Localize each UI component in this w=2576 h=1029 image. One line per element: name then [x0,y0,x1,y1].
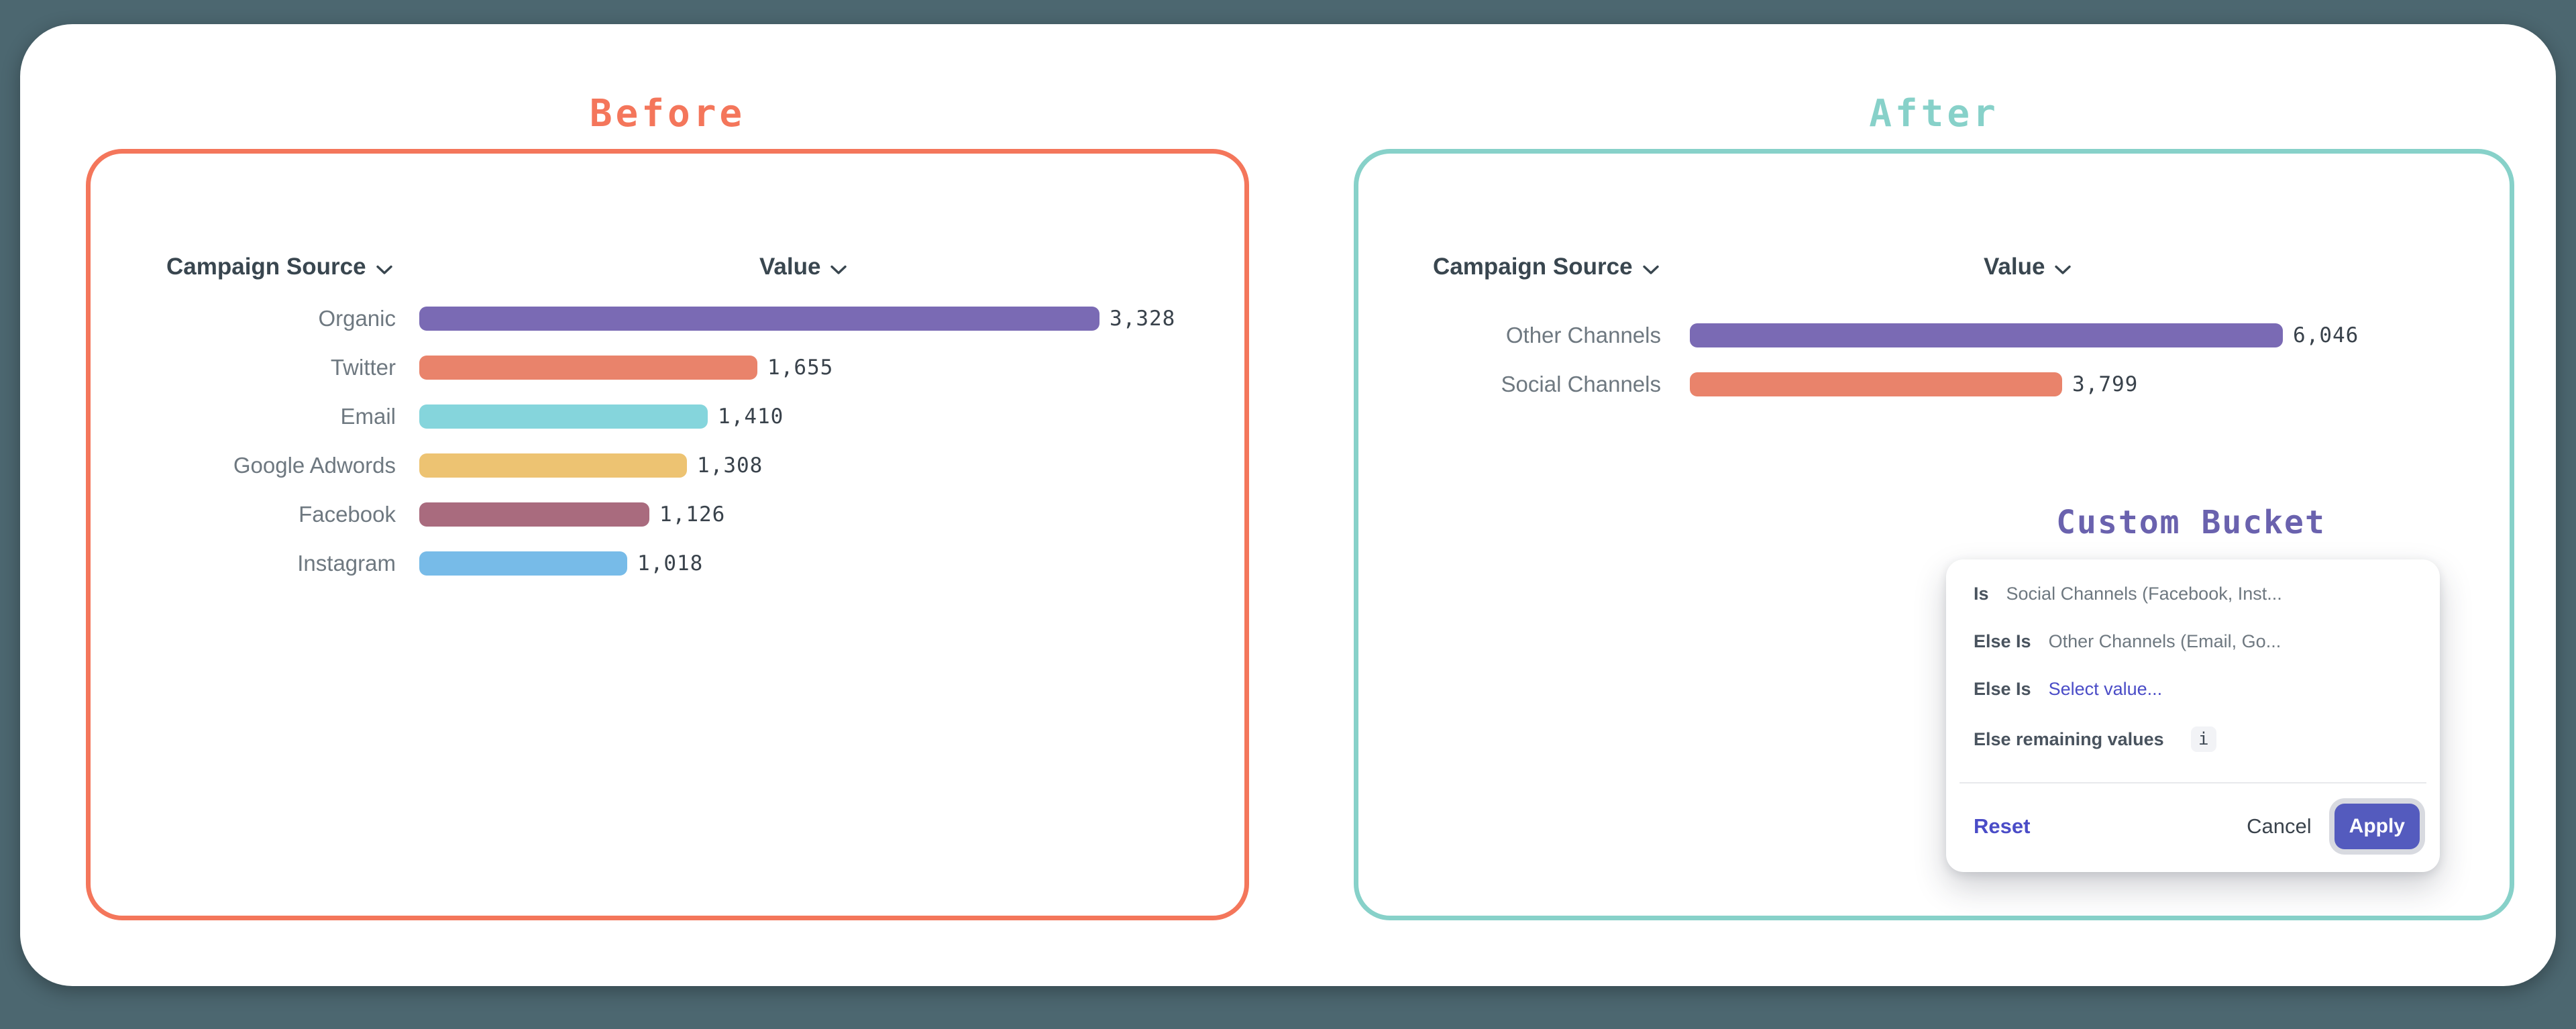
rule-term: Is [1974,584,1989,604]
bar-label: Facebook [166,502,396,527]
rule-select-value-link[interactable]: Select value... [2049,679,2163,700]
after-column-header-campaign-source[interactable]: Campaign Source [1433,252,1660,282]
bar-value: 6,046 [2293,323,2359,347]
bar-value: 3,328 [1110,307,1175,331]
chevron-down-icon [376,255,393,282]
chevron-down-icon [2054,255,2072,282]
bar-organic[interactable] [419,307,1099,331]
bar-label: Twitter [166,355,396,380]
after-bar-rows: Other Channels 6,046 Social Channels 3,7… [1433,311,2479,409]
apply-button[interactable]: Apply [2334,804,2420,849]
bar-social-channels[interactable] [1690,372,2062,396]
bar-value: 1,655 [767,356,833,380]
rule-value-select[interactable]: Other Channels (Email, Go... [2049,631,2282,652]
bucket-rule-row-4: Else remaining values i [1974,726,2420,752]
column-header-label: Value [1984,254,2045,280]
reset-button[interactable]: Reset [1974,814,2030,838]
bucket-rule-row-3: Else Is Select value... [1974,679,2420,700]
bar-google-adwords[interactable] [419,453,687,478]
before-column-header-value[interactable]: Value [759,252,847,282]
custom-bucket-rules: Is Social Channels (Facebook, Inst... El… [1974,584,2420,779]
after-panel-title: After [1354,86,2514,142]
bar-label: Social Channels [1433,372,1661,397]
custom-bucket-title: Custom Bucket [1956,502,2426,543]
dialog-footer-actions: Cancel Apply [2247,804,2420,849]
before-bar-rows: Organic 3,328 Twitter 1,655 Email 1,410 … [166,294,1213,588]
bar-row-google-adwords: Google Adwords 1,308 [166,441,1213,490]
rule-term: Else Is [1974,679,2031,700]
bar-label: Email [166,404,396,429]
info-icon[interactable]: i [2191,726,2216,752]
chevron-down-icon [1642,255,1660,282]
bar-twitter[interactable] [419,356,757,380]
bar-label: Other Channels [1433,323,1661,348]
bar-value: 1,308 [697,453,763,478]
app-canvas: Before Campaign Source Value [20,24,2556,986]
bar-value: 1,126 [659,502,725,527]
bar-email[interactable] [419,404,708,429]
bar-label: Organic [166,306,396,331]
column-header-label: Campaign Source [166,254,366,280]
bar-label: Instagram [166,551,396,576]
cancel-button[interactable]: Cancel [2247,814,2312,838]
after-chart: Campaign Source Value Other Channels 6, [1433,252,2479,409]
custom-bucket-dialog: Is Social Channels (Facebook, Inst... El… [1946,559,2440,872]
bar-other-channels[interactable] [1690,323,2283,347]
after-column-header-value[interactable]: Value [1984,252,2072,282]
screenshot-root: Before Campaign Source Value [0,0,2576,1029]
before-column-header-campaign-source[interactable]: Campaign Source [166,252,393,282]
chevron-down-icon [830,255,847,282]
bar-label: Google Adwords [166,453,396,478]
bar-row-other-channels: Other Channels 6,046 [1433,311,2479,360]
bar-row-twitter: Twitter 1,655 [166,343,1213,392]
bar-facebook[interactable] [419,502,649,527]
bucket-rule-row-1: Is Social Channels (Facebook, Inst... [1974,584,2420,604]
bar-value: 1,410 [718,404,784,429]
bar-value: 1,018 [637,551,703,576]
bar-row-social-channels: Social Channels 3,799 [1433,360,2479,409]
bar-instagram[interactable] [419,551,627,576]
bar-value: 3,799 [2072,372,2138,396]
dialog-footer: Reset Cancel Apply [1974,798,2420,855]
column-header-label: Campaign Source [1433,254,1633,280]
column-header-label: Value [759,254,820,280]
before-chart-header: Campaign Source Value [166,252,1213,284]
dialog-divider [1960,782,2426,783]
rule-term: Else Is [1974,631,2031,652]
bucket-rule-row-2: Else Is Other Channels (Email, Go... [1974,631,2420,652]
bar-row-facebook: Facebook 1,126 [166,490,1213,539]
after-chart-header: Campaign Source Value [1433,252,2479,284]
before-panel-title: Before [86,86,1249,142]
rule-value-select[interactable]: Social Channels (Facebook, Inst... [2006,584,2282,604]
bar-row-instagram: Instagram 1,018 [166,539,1213,588]
bar-row-organic: Organic 3,328 [166,294,1213,343]
bar-row-email: Email 1,410 [166,392,1213,441]
before-chart: Campaign Source Value Organic 3,328 [166,252,1213,588]
rule-term: Else remaining values [1974,729,2164,750]
